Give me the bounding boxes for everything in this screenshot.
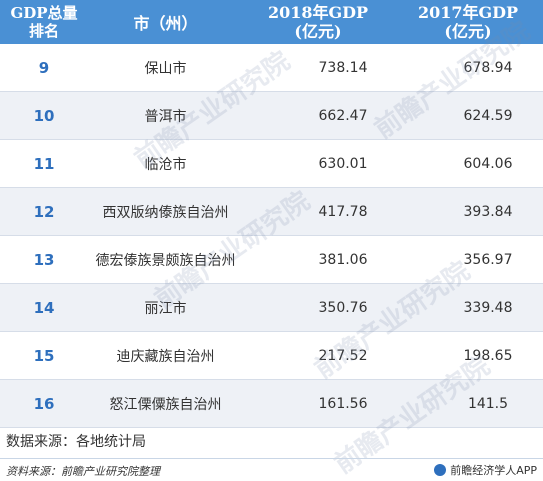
header-gdp-2018-line2: (亿元)	[294, 22, 342, 41]
header-rank-line1: GDP总量	[10, 4, 78, 22]
gdp-2018-cell: 381.06	[318, 251, 368, 268]
gdp-2018-cell: 662.47	[318, 107, 368, 124]
table-header: GDP总量 排名 市（州） 2018年GDP (亿元) 2017年GDP (亿元…	[0, 0, 543, 44]
table-row: 13 德宏傣族景颇族自治州 381.06 356.97	[0, 236, 543, 284]
gdp-2017-cell: 604.06	[463, 155, 513, 172]
rank-cell: 14	[33, 298, 55, 317]
gdp-2018-cell: 217.52	[318, 347, 368, 364]
gdp-2018-cell: 161.56	[318, 395, 368, 412]
city-cell: 临沧市	[144, 156, 187, 173]
rank-cell: 9	[38, 58, 50, 77]
gdp-2017-cell: 624.59	[463, 107, 513, 124]
rank-cell: 10	[33, 106, 55, 125]
gdp-2017-cell: 356.97	[463, 251, 513, 268]
table-row: 16 怒江傈僳族自治州 161.56 141.5	[0, 380, 543, 428]
rank-cell: 12	[33, 202, 55, 221]
gdp-2017-cell: 339.48	[463, 299, 513, 316]
table-row: 10 普洱市 662.47 624.59	[0, 92, 543, 140]
gdp-2017-cell: 393.84	[463, 203, 513, 220]
header-rank-line2: 排名	[28, 22, 59, 40]
city-cell: 怒江傈僳族自治州	[109, 396, 222, 413]
brand-mark: 前瞻经济学人APP	[434, 462, 537, 478]
header-gdp-2017-line2: (亿元)	[444, 22, 492, 41]
header-city: 市（州）	[133, 14, 198, 33]
gdp-2018-cell: 350.76	[318, 299, 368, 316]
divider	[0, 458, 543, 459]
rank-cell: 15	[33, 346, 55, 365]
gdp-2018-cell: 738.14	[318, 59, 368, 76]
gdp-2017-cell: 198.65	[463, 347, 513, 364]
brand-logo-icon	[434, 464, 447, 476]
city-cell: 迪庆藏族自治州	[116, 348, 215, 365]
gdp-table: GDP总量 排名 市（州） 2018年GDP (亿元) 2017年GDP (亿元…	[0, 0, 543, 428]
gdp-2018-cell: 630.01	[318, 155, 368, 172]
header-gdp-2018: 2018年GDP (亿元)	[243, 3, 393, 41]
data-source-note: 数据来源：各地统计局	[6, 434, 146, 450]
header-rank: GDP总量 排名	[0, 4, 88, 40]
gdp-2017-cell: 678.94	[463, 59, 513, 76]
table-row: 15 迪庆藏族自治州 217.52 198.65	[0, 332, 543, 380]
gdp-2017-cell: 141.5	[467, 395, 509, 412]
table-body: 9 保山市 738.14 678.94 10 普洱市 662.47 624.59…	[0, 44, 543, 428]
header-gdp-2017-line1: 2017年GDP	[417, 3, 519, 22]
city-cell: 普洱市	[144, 108, 187, 125]
rank-cell: 11	[33, 154, 55, 173]
city-cell: 丽江市	[144, 300, 187, 317]
table-row: 14 丽江市 350.76 339.48	[0, 284, 543, 332]
table-row: 12 西双版纳傣族自治州 417.78 393.84	[0, 188, 543, 236]
credit-note: 资料来源：前瞻产业研究院整理	[6, 465, 160, 478]
city-cell: 德宏傣族景颇族自治州	[95, 252, 236, 269]
rank-cell: 16	[33, 394, 55, 413]
brand-name: 前瞻经济学人APP	[450, 464, 537, 477]
table-row: 9 保山市 738.14 678.94	[0, 44, 543, 92]
header-gdp-2018-line1: 2018年GDP	[267, 3, 369, 22]
table-row: 11 临沧市 630.01 604.06	[0, 140, 543, 188]
city-cell: 保山市	[144, 60, 187, 77]
header-gdp-2017: 2017年GDP (亿元)	[393, 3, 543, 41]
rank-cell: 13	[33, 250, 55, 269]
city-cell: 西双版纳傣族自治州	[102, 204, 229, 221]
gdp-2018-cell: 417.78	[318, 203, 368, 220]
